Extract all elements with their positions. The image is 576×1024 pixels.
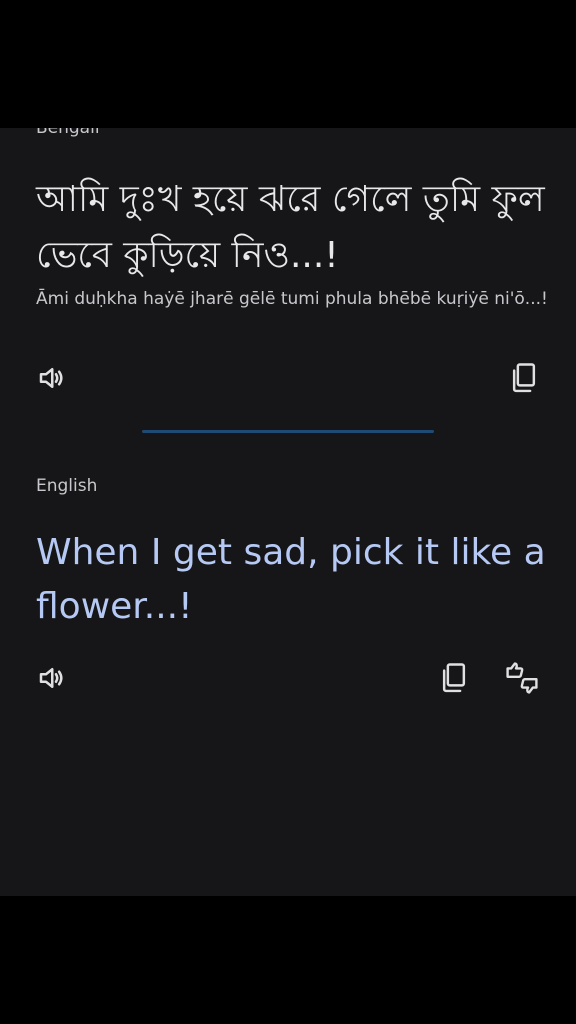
source-copy-button[interactable] — [506, 360, 542, 396]
source-listen-button[interactable] — [33, 360, 69, 396]
speaker-icon — [39, 668, 63, 688]
copy-icon — [512, 363, 536, 393]
rate-translation-button[interactable] — [504, 660, 540, 696]
source-text[interactable]: আমি দুঃখ হয়ে ঝরে গেলে তুমি ফুল ভেবে কুড… — [36, 172, 556, 284]
translation-screen: Bengali আমি দুঃখ হয়ে ঝরে গেলে তুমি ফুল … — [0, 128, 576, 896]
section-divider — [142, 430, 434, 433]
target-listen-button[interactable] — [33, 660, 69, 696]
target-language-label: English — [36, 476, 98, 496]
translation-text[interactable]: When I get sad, pick it like a flower...… — [36, 526, 556, 634]
target-copy-button[interactable] — [436, 660, 472, 696]
copy-icon — [442, 663, 466, 693]
speaker-icon — [39, 368, 63, 388]
source-language-label: Bengali — [36, 128, 100, 138]
thumbs-feedback-icon — [506, 662, 538, 694]
source-transliteration: Āmi duḥkha haẏē jharē gēlē tumi phula bh… — [36, 289, 548, 309]
